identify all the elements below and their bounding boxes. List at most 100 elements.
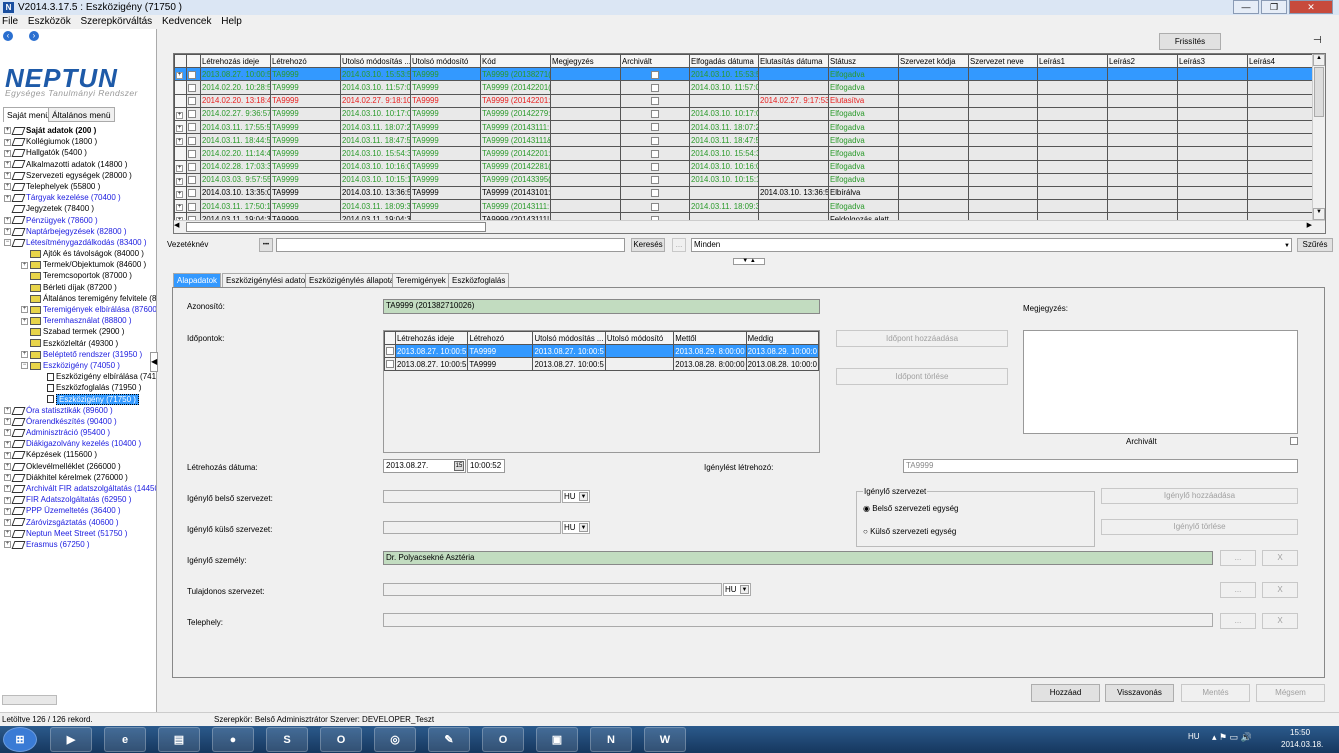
collapse-down-icon[interactable]: ▼ (742, 258, 748, 264)
delete-requester-button[interactable]: Igénylő törlése (1101, 519, 1298, 535)
expand-icon[interactable]: + (4, 418, 11, 426)
archived-checkbox[interactable] (651, 83, 659, 92)
tree-item[interactable]: + Erasmus (67250 ) (0, 539, 156, 550)
tree-item[interactable]: − Létesítménygazdálkodás (83400 ) (0, 237, 156, 248)
select-cell[interactable] (186, 106, 201, 121)
select-cell[interactable] (186, 185, 201, 201)
search-input[interactable] (276, 238, 625, 252)
expand-cell[interactable]: + (174, 199, 187, 214)
expand-cell[interactable]: + (174, 159, 187, 174)
column-header[interactable]: Létrehozó (467, 331, 534, 345)
media-player-icon[interactable]: ▶ (50, 727, 92, 752)
chevron-down-icon[interactable]: ▼ (740, 585, 749, 594)
column-header[interactable]: Leírás2 (1107, 54, 1178, 69)
select-cell[interactable] (384, 344, 396, 358)
archived-checkbox[interactable] (651, 70, 659, 79)
row-checkbox[interactable] (188, 176, 196, 185)
tree-item[interactable]: + Szervezeti egységek (28000 ) (0, 170, 156, 181)
menu-kedvencek[interactable]: Kedvencek (162, 16, 211, 27)
tulaj-clear-button[interactable]: X (1262, 582, 1298, 598)
tulaj-lang-select[interactable]: HU ▼ (723, 583, 751, 596)
tree-item[interactable]: + Teremigények elbírálása (87600 (0, 304, 156, 315)
expand-icon[interactable]: + (176, 164, 183, 172)
start-icon[interactable]: ⊞ (3, 727, 37, 752)
tree-item[interactable]: Ajtók és távolságok (84000 ) (0, 248, 156, 259)
row-checkbox[interactable] (188, 83, 196, 92)
table-row[interactable]: +2014.03.10. 13:35:0 TA9999 2014.03.10. 13… (174, 185, 1315, 201)
tree-item[interactable]: + Termek/Objektumok (84600 ) (0, 259, 156, 270)
row-checkbox[interactable] (188, 163, 196, 172)
table-row[interactable]: 2013.08.27. 10:00:5 TA9999 2013.08.27. 10:… (384, 344, 820, 358)
tree-item[interactable]: + Képzések (115600 ) (0, 449, 156, 460)
row-checkbox[interactable] (188, 110, 196, 119)
chevron-down-icon[interactable]: ▼ (1284, 240, 1290, 252)
select-cell[interactable] (186, 133, 201, 148)
column-header[interactable]: Utolsó módosító (410, 54, 481, 69)
undo-button[interactable]: Visszavonás (1105, 684, 1174, 702)
archived-checkbox[interactable] (651, 110, 659, 119)
expand-icon[interactable]: + (21, 306, 28, 314)
tree-item[interactable]: + Diákigazolvány kezelés (10400 ) (0, 438, 156, 449)
clock-date[interactable]: 2014.03.18. (1281, 740, 1323, 749)
cancel-button[interactable]: Mégsem (1256, 684, 1325, 702)
tree-item[interactable]: Eszközigény (71750 ) (0, 393, 156, 405)
save-app-icon[interactable]: ▣ (536, 727, 578, 752)
expand-icon[interactable]: + (4, 463, 11, 471)
expand-cell[interactable]: + (174, 67, 187, 82)
add-button[interactable]: Hozzáad (1031, 684, 1100, 702)
select-cell[interactable] (186, 159, 201, 174)
expand-icon[interactable]: + (4, 429, 11, 437)
telephely-browse-button[interactable]: ... (1220, 613, 1256, 629)
row-checkbox[interactable] (188, 149, 196, 158)
menu-szerepkorvaltas[interactable]: Szerepkörváltás (80, 16, 152, 27)
table-row[interactable]: 2014.02.20. 13:18:4 TA9999 2014.02.27. 9:1… (174, 93, 1315, 108)
tree-item[interactable]: + Pénzügyek (78600 ) (0, 215, 156, 226)
expand-icon[interactable]: + (4, 127, 11, 135)
tree-item[interactable]: − Eszközigény (74050 ) (0, 360, 156, 371)
select-cell[interactable] (186, 172, 201, 187)
expand-icon[interactable]: + (176, 125, 183, 133)
expand-icon[interactable]: + (4, 228, 11, 236)
expand-cell[interactable]: + (174, 172, 187, 187)
tree-item[interactable]: Szabad termek (2900 ) (0, 326, 156, 337)
clock-time[interactable]: 15:50 (1290, 728, 1310, 737)
expand-icon[interactable]: + (4, 496, 11, 504)
chrome-icon[interactable]: ◎ (374, 727, 416, 752)
tree-item[interactable]: Eszközigény elbírálása (7415 (0, 371, 156, 382)
tree-item[interactable]: + Hallgatók (5400 ) (0, 147, 156, 158)
row-checkbox[interactable] (386, 347, 394, 356)
expand-icon[interactable]: + (4, 149, 11, 157)
tree-item[interactable]: + Adminisztráció (95400 ) (0, 427, 156, 438)
more-button[interactable]: ... (672, 238, 686, 252)
expand-icon[interactable]: + (21, 261, 28, 269)
expand-icon[interactable]: + (4, 541, 11, 549)
chevron-down-icon[interactable]: ▼ (579, 492, 588, 501)
scroll-left-icon[interactable]: ◀ (174, 221, 186, 233)
letrehozas-time-field[interactable]: 10:00:52 (467, 459, 505, 473)
tree-item[interactable]: + FIR Adatszolgáltatás (62950 ) (0, 494, 156, 505)
expand-icon[interactable]: + (4, 530, 11, 538)
tree-item[interactable]: + Archivált FIR adatszolgáltatás (14450 (0, 483, 156, 494)
radio-belso[interactable]: ◉ Belső szervezeti egység (863, 504, 958, 513)
input-language[interactable]: HU (1188, 732, 1200, 741)
expand-icon[interactable]: + (21, 351, 28, 359)
tree-item[interactable]: + Beléptető rendszer (31950 ) (0, 349, 156, 360)
table-row[interactable]: +2014.03.11. 18:44:5 TA9999 2014.03.11. 18… (174, 133, 1315, 148)
neptun-icon[interactable]: N (590, 727, 632, 752)
select-cell[interactable] (186, 199, 201, 214)
archived-checkbox[interactable] (651, 149, 659, 158)
refresh-button[interactable]: Frissítés (1159, 33, 1221, 50)
table-row[interactable]: +2014.03.11. 17:55:5 TA9999 2014.03.11. 18… (174, 119, 1315, 135)
scroll-thumb[interactable] (1314, 67, 1324, 117)
igenylest-letrehozo-field[interactable]: TA9999 (903, 459, 1298, 473)
back-icon[interactable]: ‹ (3, 31, 13, 41)
tab-eszkozigenylesi-adatok[interactable]: Eszközigénylési adatok (222, 273, 314, 287)
letrehozas-date-field[interactable]: 2013.08.27. 15 (383, 459, 466, 473)
row-checkbox[interactable] (188, 136, 196, 145)
expand-icon[interactable]: + (176, 204, 183, 212)
megjegyzes-textarea[interactable] (1023, 330, 1298, 434)
expand-icon[interactable]: + (4, 485, 11, 493)
tree-item[interactable]: + Telephelyek (55800 ) (0, 181, 156, 192)
table-row[interactable]: +2014.03.03. 9:57:55 TA9999 2014.03.10. 10… (174, 172, 1315, 187)
outlook-icon[interactable]: O (320, 727, 362, 752)
